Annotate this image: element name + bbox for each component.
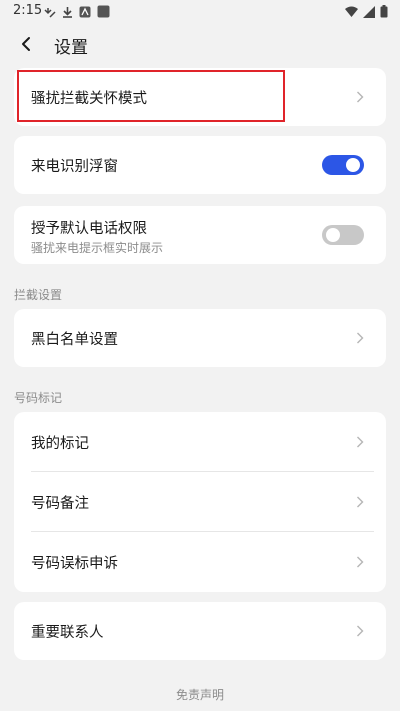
block-section-title: 拦截设置: [14, 288, 63, 302]
wifi-icon: [345, 6, 358, 17]
disclaimer-link[interactable]: 免责声明: [0, 686, 400, 703]
important-contacts-card: 重要联系人: [14, 602, 386, 660]
mis-mark-appeal-label: 号码误标申诉: [31, 555, 118, 572]
float-window-label: 来电识别浮窗: [31, 158, 118, 175]
chevron-right-icon: [357, 496, 364, 508]
page-title: 设置: [54, 38, 88, 58]
system-icons: [345, 5, 388, 18]
app-a-icon: [79, 6, 91, 17]
mark-section-title: 号码标记: [14, 391, 63, 405]
default-phone-card: 授予默认电话权限 骚扰来电提示框实时展示: [14, 206, 386, 264]
battery-icon: [380, 5, 388, 18]
signal-icon: [363, 5, 375, 18]
number-notes-row[interactable]: 号码备注: [14, 472, 386, 532]
default-phone-row: 授予默认电话权限 骚扰来电提示框实时展示: [14, 206, 386, 264]
float-window-row: 来电识别浮窗: [14, 136, 386, 194]
default-phone-label: 授予默认电话权限: [31, 221, 147, 237]
blocklist-label: 黑白名单设置: [31, 331, 118, 348]
blocklist-card: 黑白名单设置: [14, 309, 386, 367]
back-button[interactable]: [14, 32, 38, 56]
download-icon: [63, 6, 72, 18]
chevron-right-icon: [357, 332, 364, 344]
default-phone-subtitle: 骚扰来电提示框实时展示: [31, 241, 164, 255]
chevron-right-icon: [357, 436, 364, 448]
app-header: 设置: [0, 24, 400, 64]
important-contacts-row[interactable]: 重要联系人: [14, 602, 386, 660]
important-contacts-label: 重要联系人: [31, 624, 104, 641]
default-phone-toggle[interactable]: [322, 225, 364, 245]
blocklist-row[interactable]: 黑白名单设置: [14, 309, 386, 367]
notification-icons: [44, 5, 110, 18]
my-marks-label: 我的标记: [31, 435, 89, 452]
status-bar: 2:15: [0, 0, 400, 24]
harass-mode-row[interactable]: 骚扰拦截关怀模式: [14, 68, 386, 126]
missed-call-icon: [44, 7, 56, 18]
chevron-right-icon: [357, 625, 364, 637]
harass-mode-label: 骚扰拦截关怀模式: [31, 90, 147, 107]
harass-mode-card: 骚扰拦截关怀模式: [14, 68, 386, 126]
mis-mark-appeal-row[interactable]: 号码误标申诉: [14, 532, 386, 592]
chevron-right-icon: [357, 91, 364, 103]
toggle-knob: [346, 158, 360, 172]
number-notes-label: 号码备注: [31, 495, 89, 512]
app-square-icon: [97, 5, 110, 18]
chevron-left-icon: [22, 37, 30, 51]
chevron-right-icon: [357, 556, 364, 568]
float-window-card: 来电识别浮窗: [14, 136, 386, 194]
my-marks-row[interactable]: 我的标记: [14, 412, 386, 472]
mark-card: 我的标记 号码备注 号码误标申诉: [14, 412, 386, 592]
float-window-toggle[interactable]: [322, 155, 364, 175]
status-time: 2:15: [13, 3, 43, 18]
toggle-knob: [326, 228, 340, 242]
